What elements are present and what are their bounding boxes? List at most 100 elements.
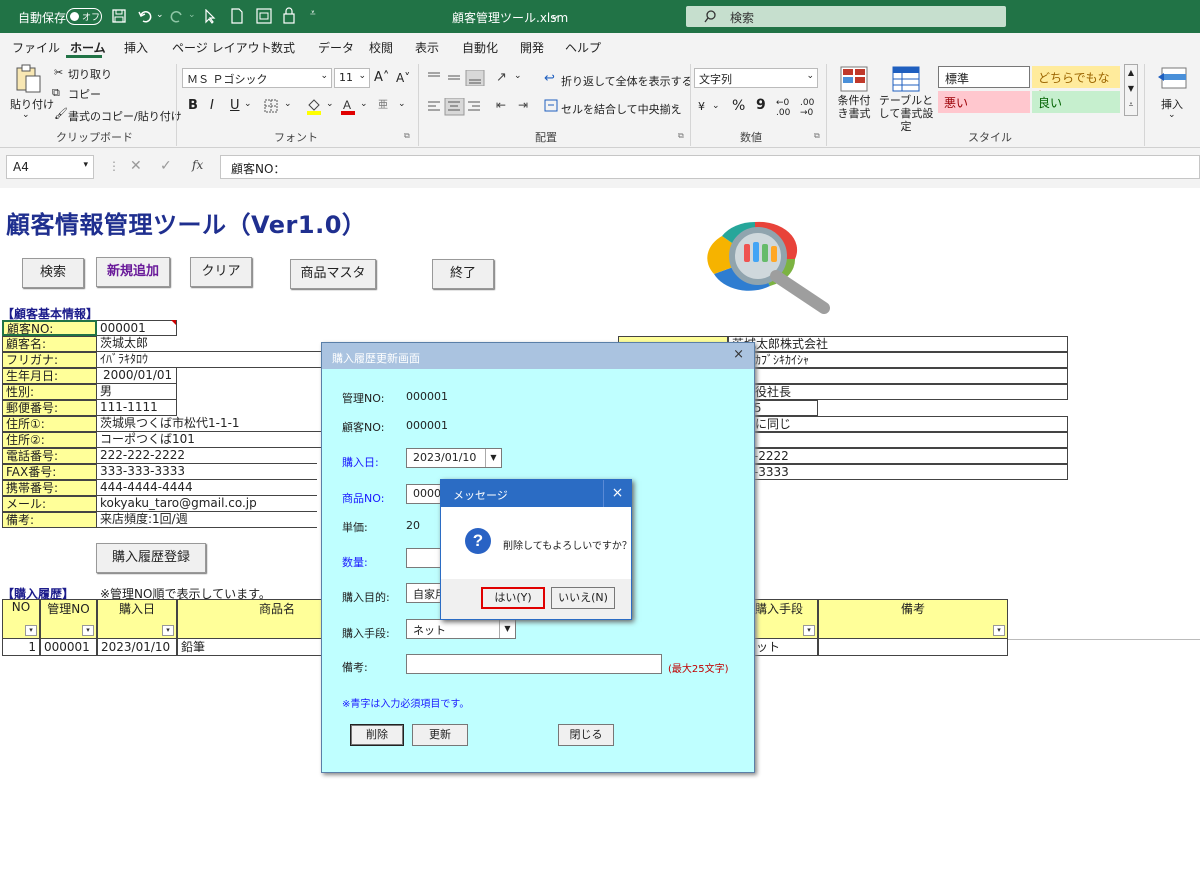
function-icon[interactable]: fx — [192, 158, 203, 172]
history-col-kanri[interactable]: 管理NO ▾ — [40, 599, 97, 639]
field-label-fax[interactable]: FAX番号: — [2, 464, 97, 480]
format-as-table-icon[interactable] — [892, 66, 920, 92]
tab-data[interactable]: データ — [318, 39, 354, 56]
delete-button[interactable]: 削除 — [350, 724, 404, 746]
decrease-decimal-icon[interactable]: .00 →0 — [800, 98, 814, 118]
formula-input[interactable]: 顧客NO： — [220, 155, 1200, 179]
tab-file[interactable]: ファイル — [12, 39, 60, 56]
increase-font-icon[interactable]: A˄ — [374, 70, 389, 85]
insert-cells-icon[interactable] — [1158, 66, 1188, 90]
company-dept-value[interactable] — [728, 368, 1068, 384]
method-dropdown-icon[interactable]: ▼ — [499, 620, 515, 638]
company-kana-value[interactable]: ｷﾀﾛｳｶﾌﾞｼｷｶｲｼｬ — [728, 352, 1068, 368]
document-icon[interactable] — [230, 8, 244, 24]
decrease-indent-icon[interactable]: ⇤ — [496, 98, 506, 112]
dlg-note-input[interactable] — [406, 654, 662, 674]
horizontal-align-icons[interactable] — [426, 98, 486, 116]
company-fax-value[interactable]: 333-3333 — [728, 464, 1068, 480]
merge-dropdown-icon[interactable]: ⌄ — [670, 101, 678, 111]
italic-button[interactable]: I — [210, 98, 214, 113]
orientation-icon[interactable]: ↗ — [496, 70, 507, 85]
file-name-dropdown-icon[interactable]: ⌄ — [550, 8, 560, 22]
cut-icon[interactable]: ✂ — [54, 66, 63, 79]
field-label-email[interactable]: メール: — [2, 496, 97, 512]
merge-center-button[interactable]: セルを結合して中央揃え — [561, 101, 682, 117]
font-name-select[interactable]: ＭＳ Ｐゴシック ⌄ — [182, 68, 332, 88]
product-master-button[interactable]: 商品マスタ — [290, 259, 376, 289]
field-label-gender[interactable]: 性別: — [2, 384, 97, 400]
yes-button[interactable]: はい(Y) — [481, 587, 545, 609]
tab-page-layout[interactable]: ページ レイアウト — [172, 39, 272, 56]
number-format-select[interactable]: 文字列 ⌄ — [694, 68, 818, 88]
field-label-kana[interactable]: フリガナ: — [2, 352, 97, 368]
clear-button[interactable]: クリア — [190, 257, 252, 287]
format-painter-label[interactable]: 書式のコピー/貼り付け — [68, 108, 182, 124]
autosave-toggle[interactable]: オフ — [66, 8, 102, 25]
field-value-phone[interactable]: 222-222-2222 — [97, 448, 317, 464]
field-value-customer-no[interactable]: 000001 — [97, 320, 177, 336]
field-label-name[interactable]: 顧客名: — [2, 336, 97, 352]
exit-button[interactable]: 終了 — [432, 259, 494, 289]
filter-dropdown-icon[interactable]: ▾ — [803, 625, 815, 636]
font-color-dropdown-icon[interactable]: ⌄ — [360, 99, 368, 109]
style-normal[interactable]: 標準 — [938, 66, 1030, 88]
percent-icon[interactable]: % — [732, 98, 745, 114]
styles-gallery-scroll[interactable]: ▲ ▼ ⩡ — [1124, 64, 1138, 116]
currency-icon[interactable]: ¥ — [698, 100, 705, 113]
company-address2-value[interactable] — [728, 432, 1068, 448]
paste-label[interactable]: 貼り付け — [10, 96, 54, 112]
currency-dropdown-icon[interactable]: ⌄ — [712, 101, 720, 111]
company-phone-value[interactable]: 222-2222 — [728, 448, 1068, 464]
redo-icon[interactable] — [170, 9, 184, 23]
dlg-date-select[interactable]: 2023/01/10 ▼ — [406, 448, 502, 468]
history-cell-date[interactable]: 2023/01/10 — [97, 639, 177, 656]
filter-dropdown-icon[interactable]: ▾ — [162, 625, 174, 636]
phonetic-dropdown-icon[interactable]: ⌄ — [398, 99, 406, 109]
field-value-mobile[interactable]: 444-4444-4444 — [97, 480, 317, 496]
style-neutral[interactable]: どちらでもない — [1032, 66, 1120, 102]
form-icon[interactable] — [256, 8, 272, 24]
undo-dropdown-icon[interactable]: ⌄ — [156, 10, 164, 20]
name-box[interactable]: A4 ▾ — [6, 155, 94, 179]
bold-button[interactable]: B — [188, 98, 198, 113]
field-label-phone[interactable]: 電話番号: — [2, 448, 97, 464]
filter-dropdown-icon[interactable]: ▾ — [993, 625, 1005, 636]
filter-dropdown-icon[interactable]: ▾ — [82, 625, 94, 636]
format-as-table-button[interactable]: テーブルとして書式設定 — [876, 94, 936, 133]
history-col-no[interactable]: NO ▾ — [2, 599, 40, 639]
field-label-mobile[interactable]: 携帯番号: — [2, 480, 97, 496]
field-value-fax[interactable]: 333-333-3333 — [97, 464, 317, 480]
fill-color-icon[interactable] — [306, 97, 322, 115]
tab-automate[interactable]: 自動化 — [462, 39, 498, 56]
search-button[interactable]: 検索 — [22, 258, 84, 288]
number-dialog-launcher-icon[interactable]: ⧉ — [814, 131, 820, 141]
confirm-message-box[interactable]: メッセージ × ? 削除してもよろしいですか？ はい(Y) いいえ(N) — [440, 479, 632, 620]
format-painter-icon[interactable]: 🖌 — [54, 107, 68, 120]
history-cell-kanri[interactable]: 000001 — [40, 639, 97, 656]
history-cell-note[interactable] — [818, 639, 1008, 656]
paste-icon[interactable] — [14, 64, 42, 94]
company-title-value[interactable]: 取締役社長 — [728, 384, 1068, 400]
history-cell-no[interactable]: 1 — [2, 639, 40, 656]
font-dialog-launcher-icon[interactable]: ⧉ — [404, 131, 410, 141]
tab-developer[interactable]: 開発 — [520, 39, 544, 56]
wrap-text-icon[interactable]: ↩ — [544, 71, 555, 86]
add-new-button[interactable]: 新規追加 — [96, 257, 170, 287]
tab-review[interactable]: 校閲 — [369, 39, 393, 56]
conditional-format-button[interactable]: 条件付き書式 — [834, 94, 874, 120]
no-button[interactable]: いいえ(N) — [551, 587, 615, 609]
update-button[interactable]: 更新 — [412, 724, 468, 746]
company-address1-value[interactable]: 住所に同じ — [728, 416, 1068, 432]
tab-home[interactable]: ホーム — [70, 39, 106, 56]
comma-icon[interactable]: 9 — [756, 97, 766, 113]
borders-dropdown-icon[interactable]: ⌄ — [284, 99, 292, 109]
wrap-text-button[interactable]: 折り返して全体を表示する — [561, 73, 693, 89]
tab-help[interactable]: ヘルプ — [565, 39, 601, 56]
field-value-postal[interactable]: 111-1111 — [97, 400, 177, 416]
message-close-icon[interactable]: × — [603, 480, 631, 507]
increase-decimal-icon[interactable]: ←0.00 — [776, 98, 790, 118]
copy-icon[interactable]: ⧉ — [52, 86, 60, 100]
style-bad[interactable]: 悪い — [938, 91, 1030, 113]
copy-label[interactable]: コピー — [68, 86, 101, 102]
paste-dropdown-icon[interactable]: ⌄ — [22, 110, 30, 120]
